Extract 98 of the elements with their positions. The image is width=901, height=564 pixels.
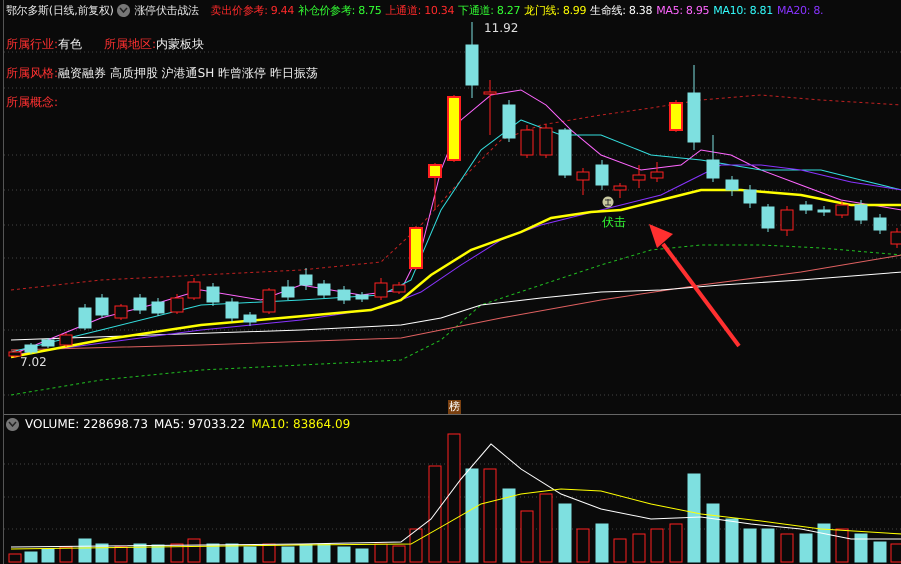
candlestick [632,164,646,188]
candlestick [318,280,330,298]
volume-bar [596,524,608,562]
candlestick [244,312,256,326]
rank-tag[interactable]: 榜 [448,400,461,414]
candlestick [558,128,572,178]
volume-bar [800,534,812,562]
volume-bar [338,546,350,562]
volume-bar [206,544,220,562]
candlestick [447,94,461,162]
info-label: 所属风格: [6,65,58,82]
candlestick [188,278,200,300]
candlestick [484,80,496,136]
info-value: 内蒙板块 [156,36,204,53]
dropdown-icon[interactable] [6,418,19,430]
indicator-reading: 龙门线: 8.99 [524,2,586,18]
volume-bar [744,528,756,562]
volume-bar [24,552,38,562]
volume-bar [152,544,164,562]
volume-bar [226,544,238,562]
low-price-label: 7.02 [20,355,47,369]
stock-title: 鄂尔多斯(日线,前复权) [6,2,114,18]
volume-bar [134,544,146,562]
candlestick [170,294,184,314]
candlestick [226,298,238,322]
candlestick [874,214,886,234]
info-label: 所属行业: [6,36,58,53]
signal-marker-icon [602,196,614,208]
info-label: 所属地区: [104,36,156,53]
indicator-reading: MA10: 8.81 [713,4,773,16]
candlestick [540,124,552,158]
candlestick [836,200,848,218]
candlestick [596,160,608,190]
volume-bar [706,504,720,562]
candlestick [780,206,794,236]
candlestick [800,200,812,214]
indicator-reading: 卖出价参考: 9.44 [210,2,294,18]
candlestick [78,304,92,330]
volume-bar [558,504,572,562]
volume-bar [300,544,312,562]
volume-bar [42,548,54,562]
candlestick [356,292,368,302]
volume-bar [78,538,92,562]
candlestick [60,332,72,348]
volume-bar [96,544,108,562]
volume-reading: VOLUME: 228698.73 [25,417,148,431]
dropdown-icon[interactable] [117,4,130,16]
candlestick [374,278,388,300]
volume-bar [854,534,868,562]
info-label: 所属概念: [6,94,58,111]
volume-bar [762,528,774,562]
candlestick [520,124,534,158]
candlestick [854,200,868,224]
candlestick [24,342,38,354]
candlestick [282,280,294,300]
indicator-reading: 生命线: 8.38 [590,2,652,18]
candlestick [114,304,128,320]
volume-bar [726,518,738,562]
indicator-name: 涨停伏击战法 [134,2,199,18]
candlestick [726,176,738,196]
candlestick [669,100,683,132]
info-value: 融资融券 高质押股 沪港通SH 昨曾涨停 昨日振荡 [58,65,318,82]
volume-bar [874,542,886,562]
candlestick [650,162,664,182]
candlestick [762,204,774,232]
volume-bar [282,546,294,562]
high-price-label: 11.92 [484,21,518,35]
candlestick [262,288,276,314]
candlestick [338,286,350,304]
candlestick [744,184,756,208]
indicator-reading: 补仓价参考: 8.75 [298,2,382,18]
candlestick [706,134,720,182]
volume-reading: MA5: 97033.22 [154,417,246,431]
candlestick [152,298,164,316]
candlestick [818,206,830,216]
candlestick [502,100,516,142]
info-value: 有色 [58,36,82,53]
volume-reading: MA10: 83864.09 [251,417,350,431]
volume-bar [318,544,330,562]
indicator-reading: MA5: 8.95 [656,4,710,16]
volume-bar [356,548,368,562]
candlestick [428,162,442,210]
volume-bar [244,546,256,562]
candlestick [614,182,626,198]
indicator-reading: 下通道: 8.27 [458,2,520,18]
candlestick [134,294,146,314]
candlestick [576,168,590,196]
candlestick [8,350,22,358]
candlestick [96,294,108,318]
candlestick [42,338,54,348]
indicator-reading: 上通道: 10.34 [386,2,454,18]
signal-label: 伏击 [602,215,626,229]
candlestick [300,268,312,290]
candlestick [392,282,406,294]
volume-bar [818,524,830,562]
indicator-reading: MA20: 8. [776,4,824,16]
candlestick [206,282,220,306]
candlestick [409,226,423,270]
